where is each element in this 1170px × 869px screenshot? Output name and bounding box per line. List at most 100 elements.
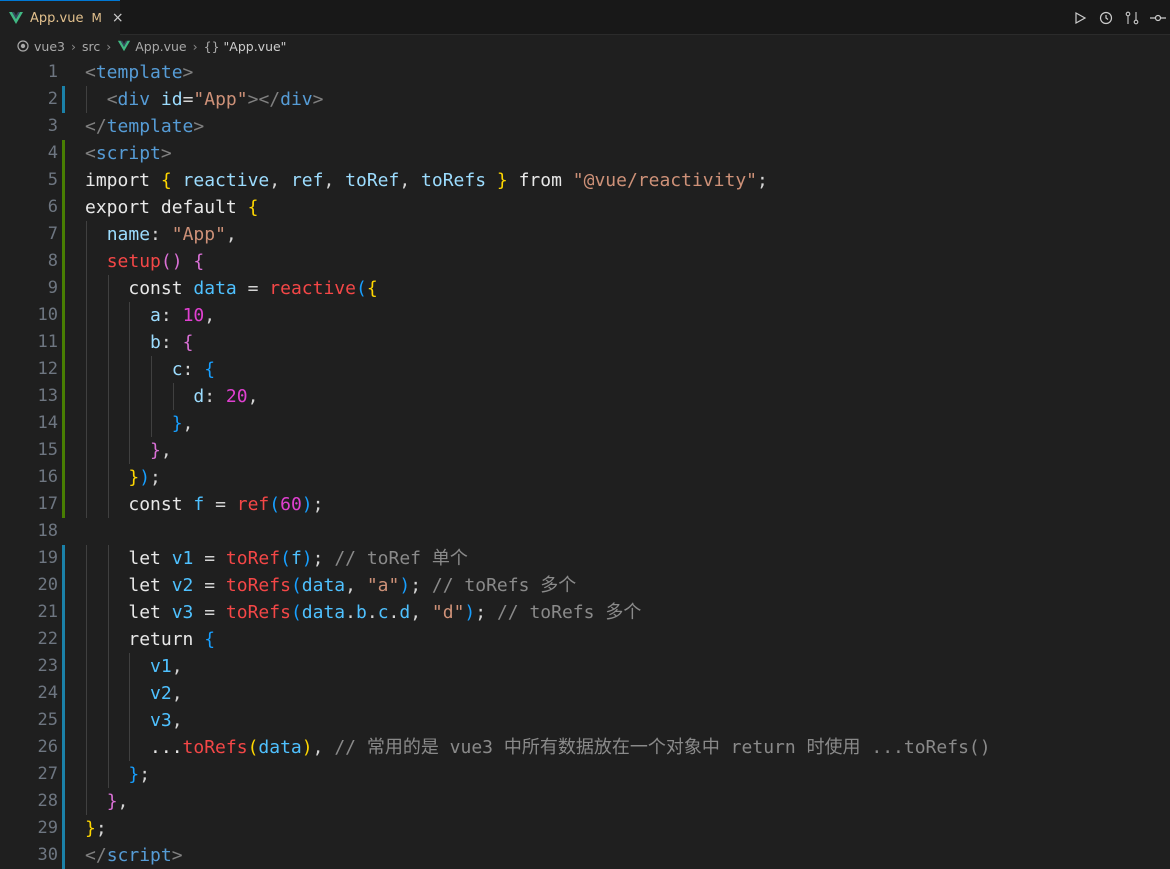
code-line[interactable]: 14 }, <box>0 410 1170 437</box>
code-token: ) <box>301 737 313 758</box>
code-line[interactable]: 30 </script> <box>0 842 1170 869</box>
code-line[interactable]: 29}; <box>0 815 1170 842</box>
code-token: a <box>150 305 161 326</box>
code-line[interactable]: 19 let v1 = toRef(f); // toRef 单个 <box>0 545 1170 572</box>
added-line-marker[interactable] <box>62 464 65 491</box>
code-line[interactable]: 16 }); <box>0 464 1170 491</box>
code-text: </script> <box>85 842 183 869</box>
code-token: ; <box>410 575 432 596</box>
added-line-marker[interactable] <box>62 248 65 275</box>
code-token: template <box>95 62 183 83</box>
line-number: 5 <box>47 170 58 190</box>
code-token: </ <box>85 845 107 866</box>
code-line[interactable]: 28 }, <box>0 788 1170 815</box>
added-line-marker[interactable] <box>62 491 65 518</box>
added-line-marker[interactable] <box>62 221 65 248</box>
code-line[interactable]: 21 let v3 = toRefs(data.b.c.d, "d"); // … <box>0 599 1170 626</box>
code-line[interactable]: 23 v1, <box>0 653 1170 680</box>
code-token: c <box>377 602 389 623</box>
code-line[interactable]: 27 }; <box>0 761 1170 788</box>
tab-app-vue[interactable]: App.vue M × <box>0 0 124 35</box>
modified-line-marker[interactable] <box>62 842 65 869</box>
code-line[interactable]: 10 a: 10, <box>0 302 1170 329</box>
code-token: 10 <box>182 305 205 326</box>
code-line[interactable]: 2 <div id="App"></div> <box>0 86 1170 113</box>
modified-line-marker[interactable] <box>62 653 65 680</box>
code-line[interactable]: 11 b: { <box>0 329 1170 356</box>
added-line-marker[interactable] <box>62 140 65 167</box>
breadcrumb-symbol[interactable]: "App.vue" <box>224 39 287 54</box>
code-text: d: 20, <box>85 383 258 410</box>
code-token: , <box>160 440 172 461</box>
line-number: 27 <box>37 764 58 784</box>
breadcrumb-file[interactable]: App.vue <box>135 39 186 54</box>
code-token: > <box>182 62 194 83</box>
close-icon[interactable]: × <box>112 10 124 26</box>
source-control-icon[interactable] <box>1150 10 1166 26</box>
compare-changes-icon[interactable] <box>1124 10 1140 26</box>
history-icon[interactable] <box>1098 10 1114 26</box>
code-line[interactable]: 22 return { <box>0 626 1170 653</box>
code-editor[interactable]: 1 <template> 2 <div id="App"></div> 3 </temp… <box>0 57 1170 869</box>
added-line-marker[interactable] <box>62 194 65 221</box>
code-line[interactable]: 5 import { reactive, ref, toRef, toRefs }… <box>0 167 1170 194</box>
code-line[interactable]: 20 let v2 = toRefs(data, "a"); // toRefs… <box>0 572 1170 599</box>
code-token: , <box>171 710 183 731</box>
added-line-marker[interactable] <box>62 410 65 437</box>
code-line[interactable]: 15 }, <box>0 437 1170 464</box>
added-line-marker[interactable] <box>62 329 65 356</box>
modified-line-marker[interactable] <box>62 680 65 707</box>
code-token: } <box>128 764 140 785</box>
code-line[interactable]: 25 v3, <box>0 707 1170 734</box>
run-icon[interactable] <box>1072 10 1088 26</box>
code-line[interactable]: 12 c: { <box>0 356 1170 383</box>
modified-line-marker[interactable] <box>62 761 65 788</box>
code-line[interactable]: 9 const data = reactive({ <box>0 275 1170 302</box>
modified-line-marker[interactable] <box>62 599 65 626</box>
line-number: 17 <box>37 494 58 514</box>
added-line-marker[interactable] <box>62 302 65 329</box>
code-token: const <box>128 494 194 515</box>
code-line[interactable]: 13 d: 20, <box>0 383 1170 410</box>
added-line-marker[interactable] <box>62 275 65 302</box>
modified-line-marker[interactable] <box>62 545 65 572</box>
code-line[interactable]: 7 name: "App", <box>0 221 1170 248</box>
code-line[interactable]: 3 </template> <box>0 113 1170 140</box>
code-token: . <box>345 602 356 623</box>
code-line[interactable]: 18 <box>0 518 1170 545</box>
added-line-marker[interactable] <box>62 383 65 410</box>
code-text: <template> <box>85 59 193 86</box>
code-token: ; <box>139 764 151 785</box>
modified-line-marker[interactable] <box>62 788 65 815</box>
code-line[interactable]: 24 v2, <box>0 680 1170 707</box>
code-token: { <box>204 359 216 380</box>
breadcrumb-folder[interactable]: vue3 <box>34 39 65 54</box>
added-line-marker[interactable] <box>62 356 65 383</box>
code-text: <script> <box>85 140 172 167</box>
code-line[interactable]: 1 <template> <box>0 59 1170 86</box>
modified-line-marker[interactable] <box>62 572 65 599</box>
modified-line-marker[interactable] <box>62 626 65 653</box>
code-token: ( <box>290 575 302 596</box>
line-number: 25 <box>37 710 58 730</box>
modified-line-marker[interactable] <box>62 734 65 761</box>
code-line[interactable]: 26 ...toRefs(data), // 常用的是 vue3 中所有数据放在… <box>0 734 1170 761</box>
code-line[interactable]: 17 const f = ref(60); <box>0 491 1170 518</box>
added-line-marker[interactable] <box>62 437 65 464</box>
code-token: toRefs <box>225 602 291 623</box>
code-token: , <box>323 170 346 191</box>
code-token: d <box>193 386 205 407</box>
code-token: v3 <box>171 602 194 623</box>
code-token: script <box>95 143 161 164</box>
code-text: }, <box>85 437 172 464</box>
code-line[interactable]: 4 <script> <box>0 140 1170 167</box>
modified-line-marker[interactable] <box>62 86 65 113</box>
added-line-marker[interactable] <box>62 167 65 194</box>
modified-line-marker[interactable] <box>62 815 65 842</box>
code-line[interactable]: 6 export default { <box>0 194 1170 221</box>
code-line[interactable]: 8 setup() { <box>0 248 1170 275</box>
modified-line-marker[interactable] <box>62 707 65 734</box>
breadcrumb-sub[interactable]: src <box>82 39 100 54</box>
